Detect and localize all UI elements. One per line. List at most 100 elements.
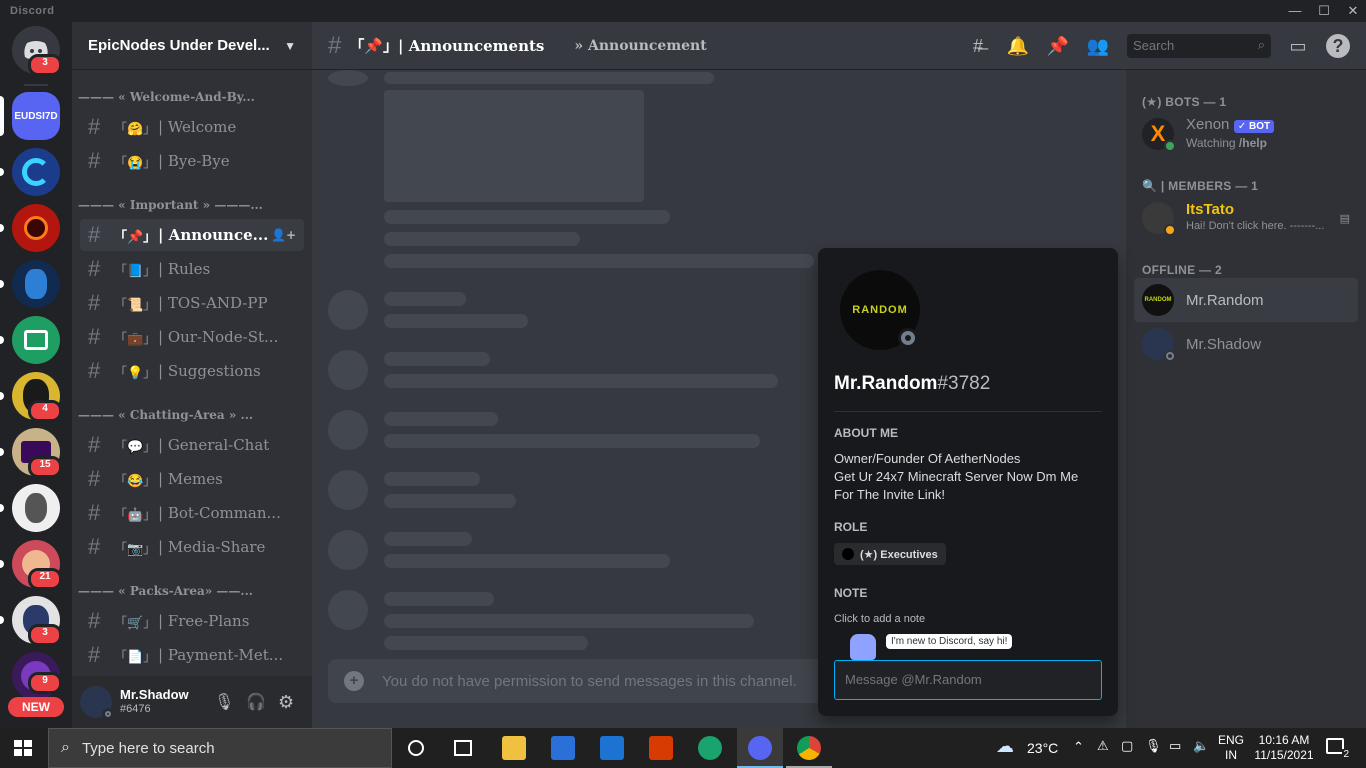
skeleton-line [384, 494, 516, 508]
profile-discriminator: #3782 [937, 373, 991, 394]
threads-icon[interactable]: #̶ [966, 34, 990, 58]
maximize-button[interactable]: ☐ [1313, 2, 1335, 20]
channel-bot-commands[interactable]: # 「🤖」 | Bot-Comman... [80, 497, 304, 529]
bot-badge: ✓ BOT [1233, 120, 1275, 133]
channel-emoji: 「🤗」 [114, 121, 157, 137]
minimize-button[interactable]: — [1284, 2, 1306, 20]
skeleton-line [384, 434, 760, 448]
office-icon[interactable] [649, 736, 673, 760]
category-welcome[interactable]: ——— « Welcome-And-By... [78, 90, 255, 110]
channel-announcements[interactable]: # 「📌」 | Announce... 👤+ [80, 219, 304, 251]
discord-taskbar-button[interactable] [737, 728, 783, 768]
user-avatar[interactable] [80, 686, 114, 720]
guild-white[interactable] [12, 484, 60, 532]
channel-payment-methods[interactable]: # 「📄」 | Payment-Met... [80, 639, 304, 671]
category-important[interactable]: ——— « Important » ———... [78, 198, 263, 218]
channel-bye-bye[interactable]: # 「😭」 | Bye-Bye [80, 145, 304, 177]
channel-node-status[interactable]: # 「💼」 | Our-Node-St... [80, 321, 304, 353]
about-line: For The Invite Link! [834, 487, 946, 502]
channel-welcome[interactable]: # 「🤗」 | Welcome [80, 111, 304, 143]
guild-badge: 9 [28, 672, 62, 694]
guild-separator [24, 84, 48, 86]
search-input[interactable]: Search ⌕ [1127, 34, 1271, 58]
guild-c-icon[interactable] [12, 148, 60, 196]
channel-topic[interactable]: » Announcement [574, 38, 706, 54]
skeleton-avatar [328, 70, 368, 86]
help-icon[interactable]: ? [1326, 34, 1350, 58]
skeleton-name [384, 472, 480, 486]
skeleton-line [384, 554, 670, 568]
language-indicator[interactable]: ENG IN [1218, 733, 1244, 763]
channel-tos[interactable]: # 「📜」 | TOS-AND-PP [80, 287, 304, 319]
member-itstato[interactable]: ItsTato Hai! Don't click here. -------..… [1134, 196, 1358, 240]
guild-red[interactable] [12, 204, 60, 252]
category-packs[interactable]: ——— « Packs-Area» ——... [78, 584, 253, 604]
volume-icon[interactable]: 🔈 [1193, 738, 1209, 754]
server-header[interactable]: EpicNodes Under Devel... ▼ [72, 22, 312, 70]
windows-start-icon[interactable] [14, 740, 32, 756]
edge-icon[interactable] [698, 736, 722, 760]
clock[interactable]: 10:16 AM 11/15/2021 [1252, 733, 1316, 763]
role-pill[interactable]: (★) Executives [834, 543, 946, 565]
new-unreads-badge[interactable]: NEW [8, 697, 64, 717]
microphone-tray-icon[interactable]: 🎙 [1145, 738, 1162, 754]
task-view-icon[interactable] [454, 740, 472, 756]
channel-emoji: 「😂」 [114, 473, 157, 489]
profile-name: Mr.Random [834, 373, 938, 394]
hash-icon: # [88, 358, 101, 383]
guild-green[interactable] [12, 316, 60, 364]
add-attachment-icon[interactable]: + [344, 671, 364, 691]
close-button[interactable]: ✕ [1342, 2, 1364, 20]
hash-icon: # [88, 432, 101, 457]
network-warning-icon[interactable]: ⚠ [1097, 738, 1109, 754]
taskbar-search[interactable]: ⌕ Type here to search [48, 728, 392, 768]
file-explorer-icon[interactable] [502, 736, 526, 760]
microphone-icon[interactable]: 🎙 [214, 692, 234, 712]
hash-icon: # [328, 31, 342, 59]
bell-icon[interactable]: 🔔 [1006, 34, 1030, 58]
guild-dark[interactable]: 9 [12, 652, 62, 700]
pin-icon[interactable]: 📌 [1046, 34, 1070, 58]
inbox-icon[interactable]: ▭ [1286, 34, 1310, 58]
channel-name: | Bot-Comman... [158, 504, 281, 522]
headphones-icon[interactable]: 🎧 [246, 692, 266, 712]
channel-general-chat[interactable]: # 「💬」 | General-Chat [80, 429, 304, 461]
hash-icon: # [88, 290, 101, 315]
member-mr-random[interactable]: RANDOM Mr.Random [1134, 278, 1358, 322]
mail-icon[interactable] [600, 736, 624, 760]
member-xenon[interactable]: X Xenon ✓ BOT Watching /help [1134, 112, 1358, 156]
channel-memes[interactable]: # 「😂」 | Memes [80, 463, 304, 495]
note-input[interactable]: Click to add a note [834, 613, 925, 625]
clock-time: 10:16 AM [1258, 733, 1310, 747]
home-button[interactable]: 3 [12, 26, 62, 76]
channel-suggestions[interactable]: # 「💡」 | Suggestions [80, 355, 304, 387]
member-mr-shadow[interactable]: Mr.Shadow [1134, 322, 1358, 366]
chrome-taskbar-button[interactable] [786, 728, 832, 768]
gear-icon[interactable]: ⚙ [278, 692, 294, 713]
channel-free-plans[interactable]: # 「🛒」 | Free-Plans [80, 605, 304, 637]
wifi-icon[interactable]: ▭ [1169, 738, 1181, 754]
channel-emoji: 「💼」 [114, 331, 157, 347]
invite-icon[interactable]: 👤+ [271, 228, 296, 242]
guild-blue[interactable] [12, 260, 60, 308]
device-icon[interactable]: ▢ [1121, 738, 1133, 754]
message-user-input[interactable]: Message @Mr.Random [834, 660, 1102, 700]
store-icon[interactable] [551, 736, 575, 760]
guild-purple[interactable]: 15 [12, 428, 62, 478]
weather-temp[interactable]: 23°C [1027, 740, 1058, 756]
channel-media-share[interactable]: # 「📷」 | Media-Share [80, 531, 304, 563]
category-chatting[interactable]: ——— « Chatting-Area » ... [78, 408, 253, 428]
notification-center-icon[interactable]: 2 [1326, 738, 1350, 760]
cortana-icon[interactable] [408, 740, 424, 756]
unread-pill [0, 392, 4, 400]
server-list: 3 EUDSI7D 4 15 21 3 9 NEW [0, 22, 72, 728]
hash-icon: # [88, 148, 101, 173]
member-list-icon[interactable]: 👥 [1086, 34, 1110, 58]
guild-person2[interactable]: 3 [12, 596, 62, 646]
guild-eudsi7d[interactable]: EUDSI7D [12, 92, 60, 140]
guild-mask[interactable]: 4 [12, 372, 62, 422]
bot-status-activity: /help [1238, 136, 1267, 150]
channel-rules[interactable]: # 「📘」 | Rules [80, 253, 304, 285]
guild-person[interactable]: 21 [12, 540, 62, 590]
chevron-up-icon[interactable]: ⌃ [1073, 739, 1084, 755]
